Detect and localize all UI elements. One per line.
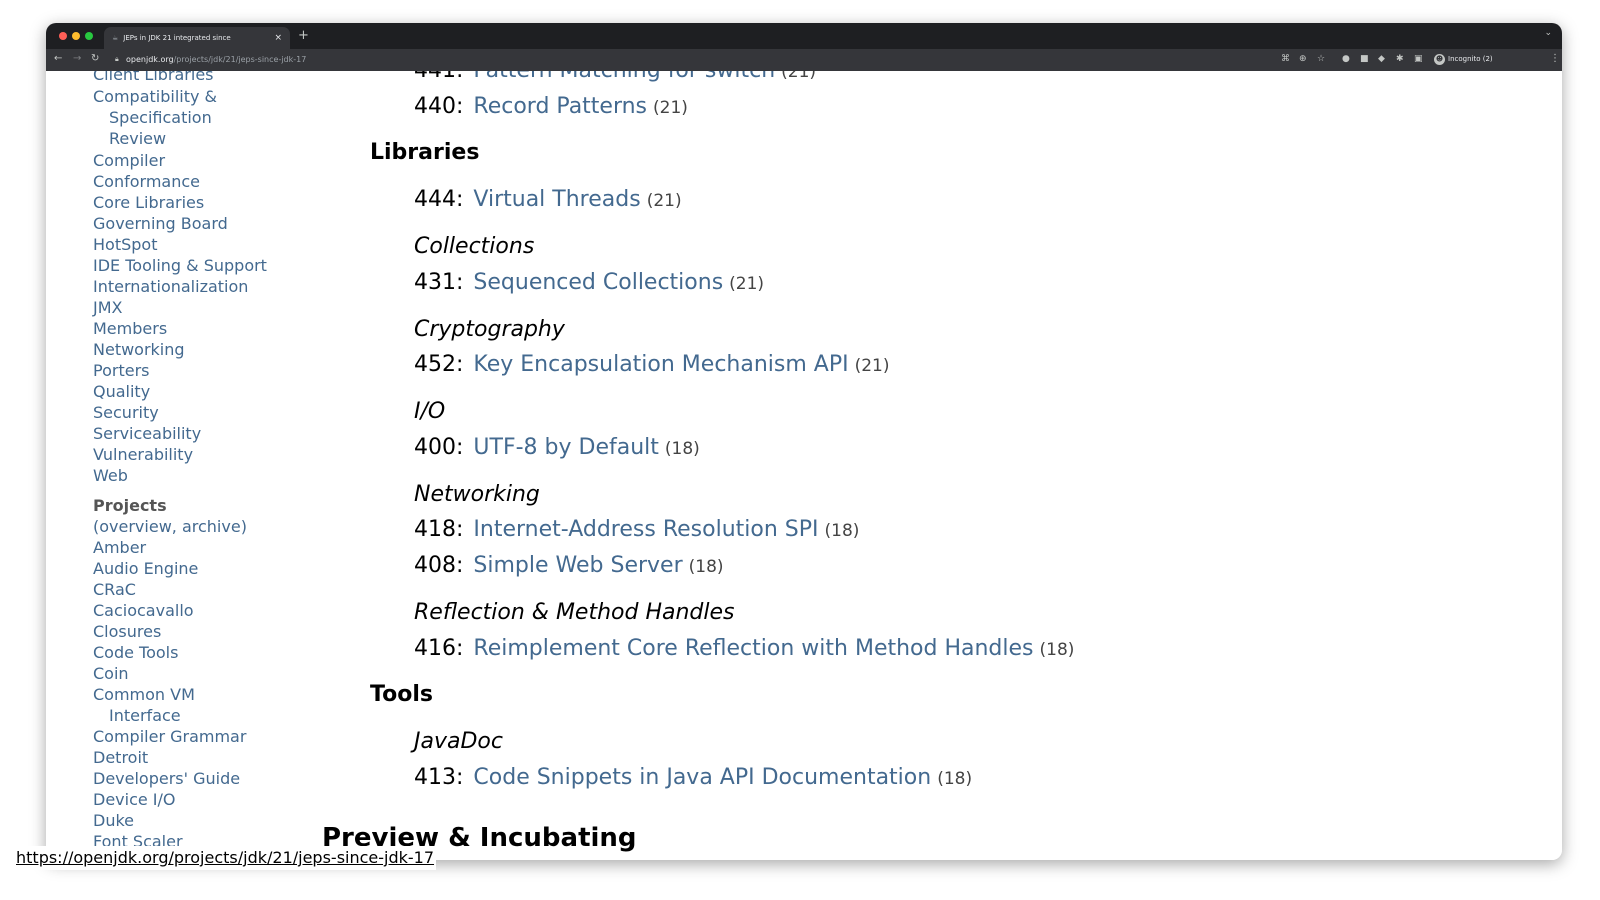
favicon-icon: ☕ xyxy=(112,34,119,42)
tab-strip: ☕ JEPs in JDK 21 integrated since × + ⌄ xyxy=(46,23,1562,49)
back-icon[interactable]: ← xyxy=(54,53,62,64)
new-tab-button[interactable]: + xyxy=(298,28,309,43)
jep-link[interactable]: Pattern Matching for switch xyxy=(473,71,775,83)
jep-link[interactable]: Key Encapsulation Mechanism API xyxy=(473,352,848,377)
jep-item: 441: Pattern Matching for switch (21) xyxy=(414,71,816,83)
star-icon[interactable]: ☆ xyxy=(1317,54,1325,64)
browser-toolbar: ← → ↻ 🔒︎ openjdk.org/projects/jdk/21/jep… xyxy=(46,49,1562,71)
jep-release: (21) xyxy=(729,274,765,294)
tab-title: JEPs in JDK 21 integrated since xyxy=(123,34,231,42)
incognito-icon[interactable]: ☻ xyxy=(1434,54,1445,65)
browser-window: ☕ JEPs in JDK 21 integrated since × + ⌄ … xyxy=(46,23,1562,860)
url-host: openjdk.org xyxy=(126,55,174,64)
jep-release: (18) xyxy=(664,439,700,459)
page-viewport: Client Libraries Compatibility & Specifi… xyxy=(46,71,1562,860)
subsection-heading: Networking xyxy=(414,482,540,507)
puzzle-icon[interactable]: ✱ xyxy=(1396,54,1404,64)
cast-icon[interactable]: ⌘ xyxy=(1281,54,1290,64)
incognito-label[interactable]: Incognito (2) xyxy=(1448,55,1493,63)
jep-number: 418: xyxy=(414,517,464,542)
jep-item: 440: Record Patterns (21) xyxy=(414,94,688,119)
jep-number: 408: xyxy=(414,553,464,578)
jep-release: (18) xyxy=(1039,640,1075,660)
jep-number: 440: xyxy=(414,94,464,119)
section-heading: Tools xyxy=(370,682,433,707)
shield-icon[interactable]: ◆ xyxy=(1378,54,1385,64)
jep-release: (18) xyxy=(824,521,860,541)
menu-icon[interactable]: ⋮ xyxy=(1550,53,1560,64)
jep-item: 408: Simple Web Server (18) xyxy=(414,553,724,578)
jep-item: 444: Virtual Threads (21) xyxy=(414,187,682,212)
jep-item: 400: UTF-8 by Default (18) xyxy=(414,435,700,460)
subsection-heading: JavaDoc xyxy=(414,729,503,754)
jep-release: (21) xyxy=(646,191,682,211)
lock-icon[interactable]: 🔒︎ xyxy=(115,55,119,64)
subsection-heading: Collections xyxy=(414,234,535,259)
jep-item: 416: Reimplement Core Reflection with Met… xyxy=(414,636,1074,661)
forward-icon[interactable]: → xyxy=(73,53,81,64)
close-window-button[interactable] xyxy=(59,32,67,40)
extension-dot-icon[interactable]: ● xyxy=(1342,54,1350,64)
sidepanel-icon[interactable]: ▣ xyxy=(1414,54,1423,64)
jep-release: (18) xyxy=(688,557,724,577)
minimize-window-button[interactable] xyxy=(72,32,80,40)
section-heading: Libraries xyxy=(370,140,480,165)
jep-number: 416: xyxy=(414,636,464,661)
main-content: 441: Pattern Matching for switch (21) 440:… xyxy=(46,71,1562,860)
jep-link[interactable]: Record Patterns xyxy=(473,94,647,119)
subsection-heading: Reflection & Method Handles xyxy=(414,600,735,625)
jep-number: 441: xyxy=(414,71,463,83)
jep-link[interactable]: Sequenced Collections xyxy=(473,270,723,295)
jep-number: 431: xyxy=(414,270,464,295)
jep-release: (21) xyxy=(781,71,817,82)
jep-number: 444: xyxy=(414,187,464,212)
subsection-heading: I/O xyxy=(414,399,446,424)
address-bar[interactable]: openjdk.org/projects/jdk/21/jeps-since-j… xyxy=(126,55,306,64)
zoom-icon[interactable]: ⊕ xyxy=(1299,54,1307,64)
jep-release: (21) xyxy=(653,98,688,118)
jep-number: 413: xyxy=(414,765,464,790)
tab-search-icon[interactable]: ⌄ xyxy=(1544,28,1552,38)
jep-number: 452: xyxy=(414,352,464,377)
jep-release: (21) xyxy=(854,356,890,376)
jep-number: 400: xyxy=(414,435,464,460)
link-preview-status: https://openjdk.org/projects/jdk/21/jeps… xyxy=(14,846,437,870)
jep-link[interactable]: UTF-8 by Default xyxy=(473,435,659,460)
subsection-heading: Cryptography xyxy=(414,317,565,342)
jep-link[interactable]: Reimplement Core Reflection with Method … xyxy=(473,636,1033,661)
jep-link[interactable]: Simple Web Server xyxy=(473,553,682,578)
url-path: /projects/jdk/21/jeps-since-jdk-17 xyxy=(173,55,307,64)
maximize-window-button[interactable] xyxy=(85,32,93,40)
tab-close-icon[interactable]: × xyxy=(274,33,282,43)
jep-link[interactable]: Virtual Threads xyxy=(473,187,640,212)
jep-item: 418: Internet-Address Resolution SPI (18) xyxy=(414,517,859,542)
active-tab[interactable]: ☕ JEPs in JDK 21 integrated since × xyxy=(104,27,290,49)
jep-link[interactable]: Code Snippets in Java API Documentation xyxy=(473,765,931,790)
jep-item: 431: Sequenced Collections (21) xyxy=(414,270,764,295)
jep-link[interactable]: Internet-Address Resolution SPI xyxy=(473,517,818,542)
jep-release: (18) xyxy=(937,769,973,789)
reload-icon[interactable]: ↻ xyxy=(91,53,99,64)
jep-item: 413: Code Snippets in Java API Documentat… xyxy=(414,765,972,790)
extension-icon[interactable]: ■ xyxy=(1360,54,1369,64)
jep-item: 452: Key Encapsulation Mechanism API (21) xyxy=(414,352,890,377)
